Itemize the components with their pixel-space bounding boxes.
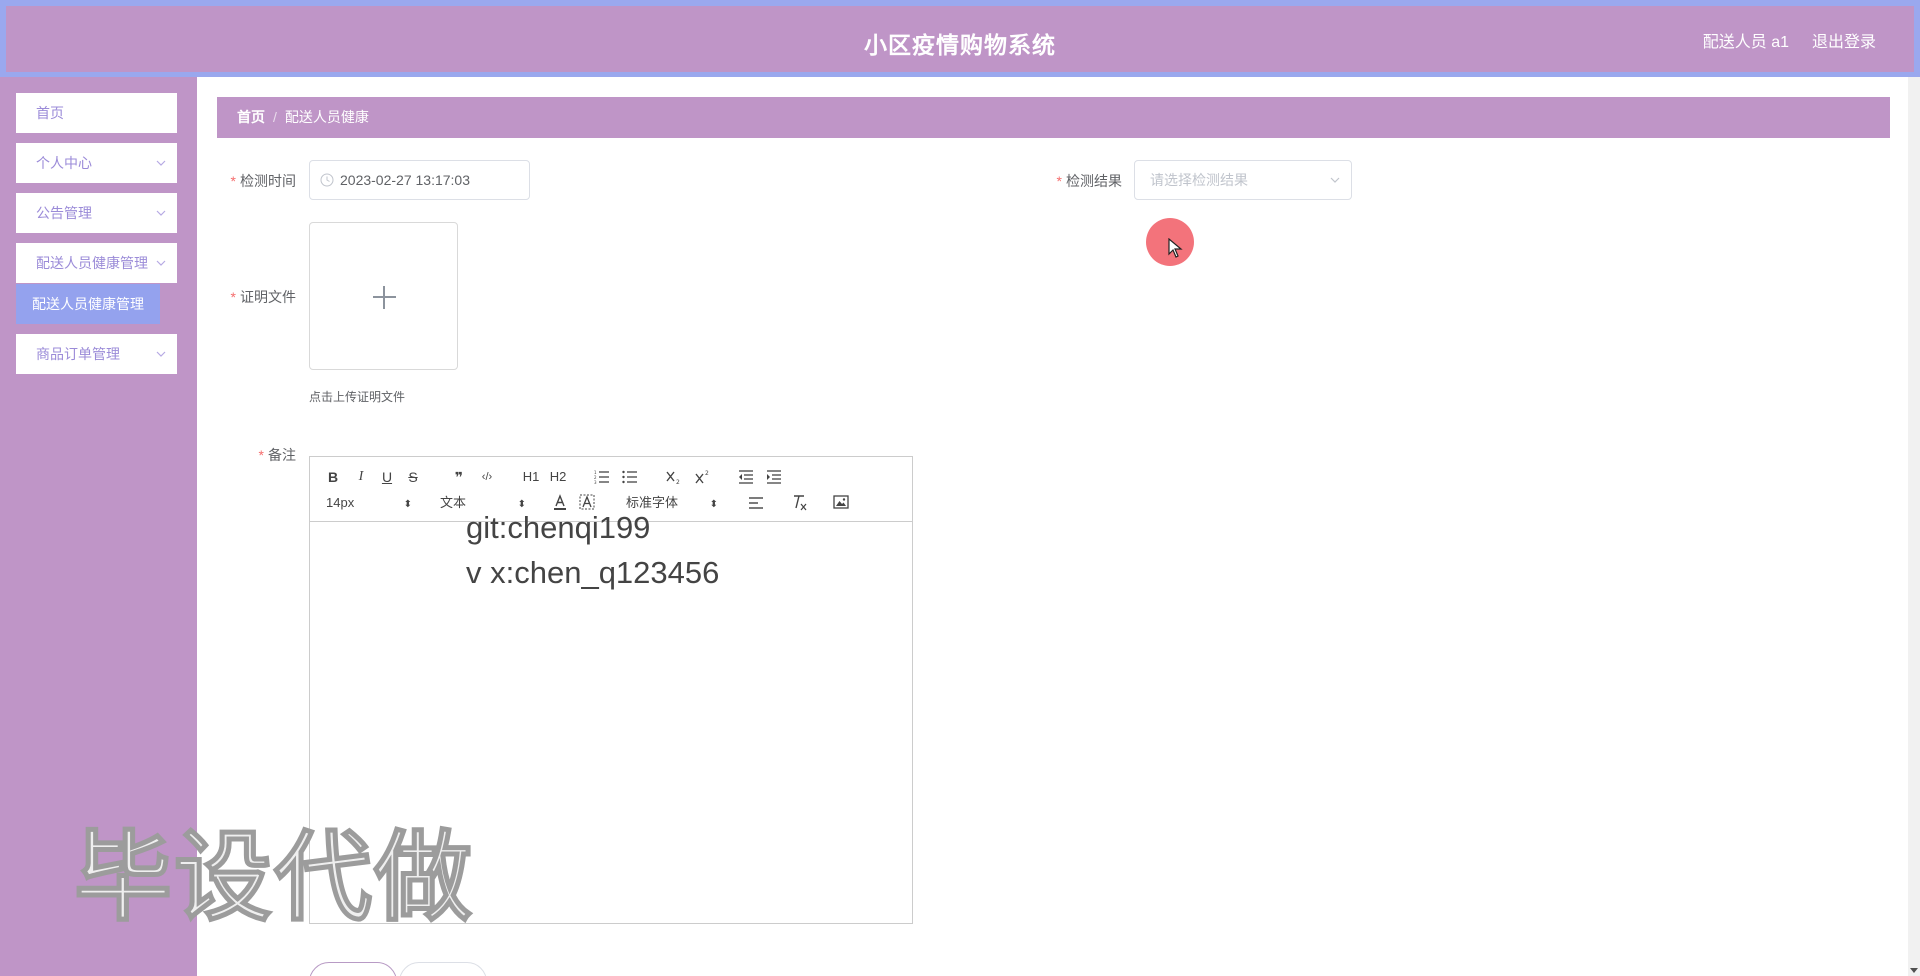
logout-link[interactable]: 退出登录 [1812,28,1876,52]
sidebar-item-label: 首页 [36,105,64,121]
ordered-list-icon[interactable]: 1 2 3 [594,470,610,484]
sidebar-item-label: 公告管理 [36,205,92,221]
proof-file-label: * 证明文件 [228,287,296,307]
upload-tip: 点击上传证明文件 [309,390,406,404]
required-mark: * [230,289,236,305]
font-size-select[interactable]: 14px ⬍ [326,493,412,513]
sidebar-item-label: 个人中心 [36,155,92,171]
check-result-select[interactable]: 请选择检测结果 [1134,160,1352,200]
editor-content[interactable]: git:chenqi199 v x:chen_q123456 [466,505,719,595]
blockquote-button[interactable]: ❞ [448,467,470,487]
check-result-placeholder: 请选择检测结果 [1150,172,1248,188]
chevron-down-icon [1330,177,1340,183]
sidebar-item-label: 配送人员健康管理 [36,255,148,271]
remark-label: * 备注 [228,445,296,465]
svg-text:2: 2 [676,479,680,486]
check-time-label: * 检测时间 [228,171,296,191]
app-title: 小区疫情购物系统 [864,32,1056,58]
submit-button[interactable] [309,962,397,976]
clock-icon [320,173,334,187]
select-arrows-icon: ⬍ [403,499,412,510]
scroll-down-arrow-icon[interactable] [1910,968,1918,973]
bold-button[interactable]: B [322,467,344,487]
code-block-button[interactable]: ‹/› [476,467,498,487]
required-mark: * [1056,173,1062,189]
current-user-label: 配送人员 a1 [1702,34,1789,51]
editor-content-line: git:chenqi199 [466,510,651,545]
text-type-value: 文本 [440,495,467,510]
breadcrumb: 首页 / 配送人员健康 [217,97,1890,138]
check-time-label-text: 检测时间 [240,173,296,189]
underline-button[interactable]: U [376,467,398,487]
check-time-input[interactable]: 2023-02-27 13:17:03 [309,160,530,200]
chevron-down-icon [156,351,166,357]
required-mark: * [230,173,236,189]
submenu-item-health-management[interactable]: 配送人员健康管理 [16,284,160,324]
chevron-down-icon [156,210,166,216]
proof-file-uploader[interactable] [309,222,458,370]
align-left-icon[interactable] [748,496,764,510]
check-time-value: 2023-02-27 13:17:03 [340,172,470,188]
superscript-icon[interactable]: 2 [694,468,712,486]
remark-label-text: 备注 [268,447,296,463]
indent-icon[interactable] [766,470,782,484]
image-icon[interactable] [833,495,849,509]
sidebar-item-announcements[interactable]: 公告管理 [16,193,177,233]
page-scrollbar[interactable] [1908,77,1920,976]
outdent-icon[interactable] [738,470,754,484]
header2-button[interactable]: H2 [547,467,569,487]
chevron-down-icon [156,160,166,166]
editor-content-line: v x:chen_q123456 [466,555,720,590]
breadcrumb-home[interactable]: 首页 [237,109,265,125]
clear-format-icon[interactable] [792,494,808,512]
check-result-label: * 检测结果 [1052,171,1122,191]
sidebar-item-label: 商品订单管理 [36,346,120,362]
cursor-highlight [1146,218,1194,266]
italic-button[interactable]: I [350,467,372,487]
bullet-list-icon[interactable] [622,470,638,484]
watermark-text: 毕设代做 [73,821,475,933]
required-mark: * [258,447,264,463]
strike-button[interactable]: S [402,467,424,487]
proof-file-label-text: 证明文件 [240,289,296,305]
check-result-label-text: 检测结果 [1066,173,1122,189]
sidebar-item-personal-center[interactable]: 个人中心 [16,143,177,183]
sidebar-item-home[interactable]: 首页 [16,93,177,133]
chevron-down-icon [156,260,166,266]
sidebar-item-order-management[interactable]: 商品订单管理 [16,334,177,374]
cancel-button[interactable] [399,962,487,976]
plus-icon-vertical [383,286,385,309]
svg-text:3: 3 [594,480,597,484]
sidebar-item-health-management[interactable]: 配送人员健康管理 [16,243,177,283]
mouse-pointer-icon [1168,238,1183,258]
top-header: 小区疫情购物系统 配送人员 a1 退出登录 [0,0,1920,77]
breadcrumb-current: 配送人员健康 [284,109,369,125]
breadcrumb-separator: / [273,109,277,125]
svg-text:2: 2 [705,470,709,477]
subscript-icon[interactable]: 2 [665,468,683,486]
header1-button[interactable]: H1 [520,467,542,487]
font-size-value: 14px [326,495,355,510]
